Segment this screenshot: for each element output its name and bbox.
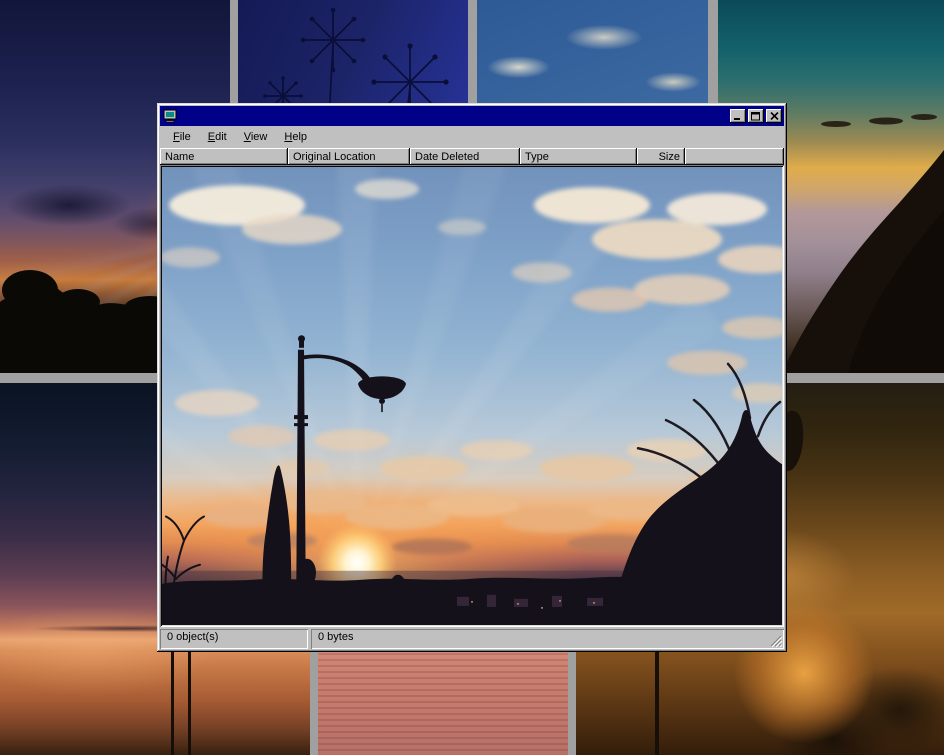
status-object-count: 0 object(s) xyxy=(160,629,308,649)
maximize-icon xyxy=(751,112,761,121)
column-header-type[interactable]: Type xyxy=(520,148,637,165)
menu-edit-mnemonic: E xyxy=(208,131,215,143)
column-header-empty[interactable] xyxy=(685,148,784,165)
menu-edit[interactable]: Edit xyxy=(200,128,236,147)
column-header-date-deleted[interactable]: Date Deleted xyxy=(410,148,520,165)
menu-edit-label: dit xyxy=(215,131,227,143)
close-button[interactable] xyxy=(766,109,782,123)
titlebar[interactable] xyxy=(160,106,784,126)
minimize-icon xyxy=(733,112,743,121)
column-header-size[interactable]: Size xyxy=(637,148,685,165)
menu-file-label: ile xyxy=(180,131,191,143)
recycle-bin-window: File Edit View Help Name Original Locati… xyxy=(157,103,787,652)
list-column-headers: Name Original Location Date Deleted Type… xyxy=(160,148,784,165)
file-list-view[interactable] xyxy=(160,165,784,627)
menu-file-mnemonic: F xyxy=(173,131,180,143)
maximize-button[interactable] xyxy=(748,109,764,123)
sunset-lamp-photo xyxy=(162,167,782,625)
desktop: { "colors": { "titlebar_blue": "#000089"… xyxy=(0,0,944,755)
status-size-label: 0 bytes xyxy=(318,631,353,643)
resize-grip[interactable] xyxy=(770,635,783,648)
amber-pole-silhouette xyxy=(655,638,659,755)
menu-view-label: iew xyxy=(251,131,268,143)
menu-view[interactable]: View xyxy=(236,128,277,147)
status-size: 0 bytes xyxy=(311,629,784,649)
minimize-button[interactable] xyxy=(730,109,746,123)
computer-icon xyxy=(163,109,178,123)
close-icon xyxy=(770,112,779,120)
column-header-original-location[interactable]: Original Location xyxy=(288,148,410,165)
menu-help[interactable]: Help xyxy=(276,128,316,147)
window-controls xyxy=(728,109,782,123)
menu-bar: File Edit View Help xyxy=(160,126,784,148)
menu-file[interactable]: File xyxy=(165,128,200,147)
lagoon-pole-silhouette xyxy=(188,645,191,755)
column-header-name[interactable]: Name xyxy=(160,148,288,165)
status-bar: 0 object(s) 0 bytes xyxy=(160,629,784,649)
lagoon-pole-silhouette xyxy=(171,638,174,755)
menu-help-label: elp xyxy=(292,131,307,143)
menu-view-mnemonic: V xyxy=(244,131,251,143)
